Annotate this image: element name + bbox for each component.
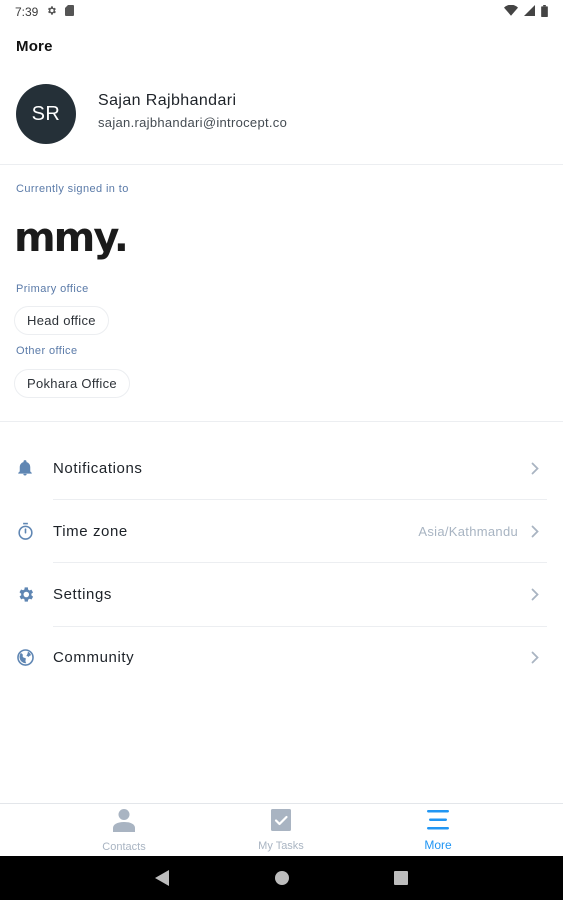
system-navigation-bar bbox=[0, 856, 563, 900]
divider bbox=[0, 164, 563, 165]
tab-label: More bbox=[424, 838, 452, 852]
profile-email: sajan.rajbhandari@introcept.co bbox=[98, 115, 288, 130]
home-icon[interactable] bbox=[272, 868, 292, 888]
page-title: More bbox=[16, 38, 53, 55]
battery-icon bbox=[541, 4, 548, 20]
menu-icon bbox=[426, 809, 450, 836]
tab-more[interactable]: More bbox=[344, 804, 532, 857]
back-icon[interactable] bbox=[152, 868, 172, 888]
menu-item-settings[interactable]: Settings bbox=[0, 563, 563, 625]
chevron-right-icon bbox=[529, 650, 541, 664]
primary-office-chip: Head office bbox=[14, 306, 109, 335]
tab-label: My Tasks bbox=[258, 840, 304, 852]
chevron-right-icon bbox=[529, 587, 541, 601]
signal-icon bbox=[524, 5, 535, 19]
profile-name: Sajan Rajbhandari bbox=[98, 92, 237, 109]
menu-item-label: Settings bbox=[53, 585, 112, 603]
divider bbox=[0, 421, 563, 422]
menu-item-label: Notifications bbox=[53, 459, 143, 477]
menu-item-label: Community bbox=[53, 648, 135, 666]
profile-card: SR Sajan Rajbhandari sajan.rajbhandari@i… bbox=[16, 84, 287, 144]
person-icon bbox=[113, 808, 135, 837]
signed-in-label: Currently signed in to bbox=[16, 183, 129, 195]
other-office-chip[interactable]: Pokhara Office bbox=[14, 369, 130, 398]
menu-item-community[interactable]: Community bbox=[0, 626, 563, 688]
tab-label: Contacts bbox=[102, 841, 146, 853]
settings-status-icon bbox=[46, 5, 57, 19]
bell-icon bbox=[15, 458, 35, 478]
other-office-label: Other office bbox=[16, 345, 78, 357]
primary-office-label: Primary office bbox=[16, 283, 89, 295]
status-bar: 7:39 bbox=[0, 0, 563, 24]
recents-icon[interactable] bbox=[391, 868, 411, 888]
gear-icon bbox=[15, 584, 35, 604]
menu-item-label: Time zone bbox=[53, 522, 128, 540]
time-zone-value: Asia/Kathmandu bbox=[418, 523, 518, 539]
task-check-icon bbox=[271, 809, 291, 836]
stopwatch-icon bbox=[15, 521, 35, 541]
wifi-icon bbox=[504, 4, 518, 19]
status-time: 7:39 bbox=[15, 5, 39, 19]
globe-icon bbox=[15, 647, 35, 667]
sd-card-icon bbox=[65, 5, 75, 19]
chevron-right-icon bbox=[529, 461, 541, 475]
organization-logo: mmy. bbox=[14, 215, 129, 261]
menu-item-time-zone[interactable]: Time zone Asia/Kathmandu bbox=[0, 500, 563, 562]
bottom-navigation: Contacts My Tasks More bbox=[0, 803, 563, 856]
chevron-right-icon bbox=[529, 524, 541, 538]
menu-item-notifications[interactable]: Notifications bbox=[0, 437, 563, 499]
avatar: SR bbox=[16, 84, 76, 144]
